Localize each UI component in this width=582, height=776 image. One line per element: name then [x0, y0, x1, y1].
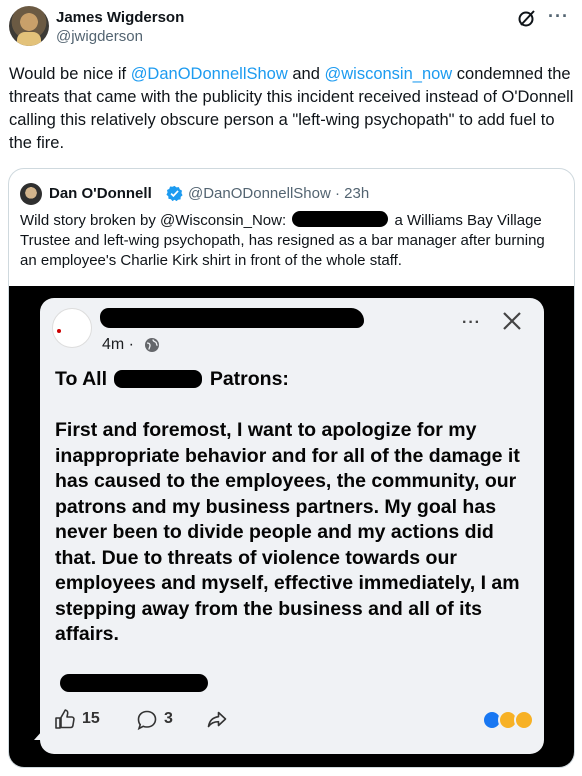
tweet-text: Would be nice if @DanODonnellShow and @w…	[9, 65, 574, 152]
quoted-author-avatar[interactable]	[20, 183, 42, 205]
post-greeting: To All Patrons:	[55, 368, 289, 390]
author-handle[interactable]: @jwigderson	[56, 28, 143, 45]
mention-link[interactable]: @wisconsin_now	[324, 65, 452, 83]
comment-count: 3	[164, 710, 173, 727]
author-name[interactable]: James Wigderson	[56, 9, 184, 26]
quoted-author-name[interactable]: Dan O'Donnell	[49, 185, 152, 202]
redaction-mark	[114, 370, 203, 388]
redacted-page-name	[100, 308, 364, 328]
like-count: 15	[82, 710, 100, 727]
thumbs-up-icon	[55, 709, 75, 729]
attached-screenshot[interactable]: 4m · ··· To All Patrons: First and forem…	[9, 286, 574, 767]
reactions-summary	[482, 710, 536, 730]
page-avatar	[52, 308, 92, 348]
redacted-signature	[60, 674, 208, 692]
quoted-handle-time: @DanODonnellShow · 23h	[188, 185, 370, 202]
share-icon	[207, 711, 227, 728]
post-body: First and foremost, I want to apologize …	[55, 419, 520, 645]
redaction-mark	[292, 211, 389, 227]
more-options-icon[interactable]: ···	[548, 6, 569, 27]
verified-badge-icon	[166, 185, 183, 202]
quoted-tweet-header: Dan O'Donnell @DanODonnellShow · 23h	[20, 183, 560, 205]
author-avatar[interactable]	[9, 6, 49, 46]
close-icon	[503, 312, 521, 330]
quoted-tweet-text: Wild story broken by @Wisconsin_Now: a W…	[20, 211, 545, 269]
wow-reaction-icon	[514, 710, 534, 730]
grok-icon[interactable]	[517, 8, 537, 28]
mention-link[interactable]: @DanODonnellShow	[131, 65, 288, 83]
facebook-post-card: 4m · ··· To All Patrons: First and forem…	[40, 298, 544, 754]
post-more-icon: ···	[462, 314, 481, 331]
post-time: 4m ·	[102, 336, 134, 353]
comment-icon	[137, 710, 157, 731]
globe-icon	[145, 338, 159, 352]
tweet-header: James Wigderson @jwigderson ···	[9, 6, 575, 50]
post-actions: 15 3	[54, 708, 534, 732]
quoted-tweet[interactable]: Dan O'Donnell @DanODonnellShow · 23h Wil…	[8, 168, 575, 768]
